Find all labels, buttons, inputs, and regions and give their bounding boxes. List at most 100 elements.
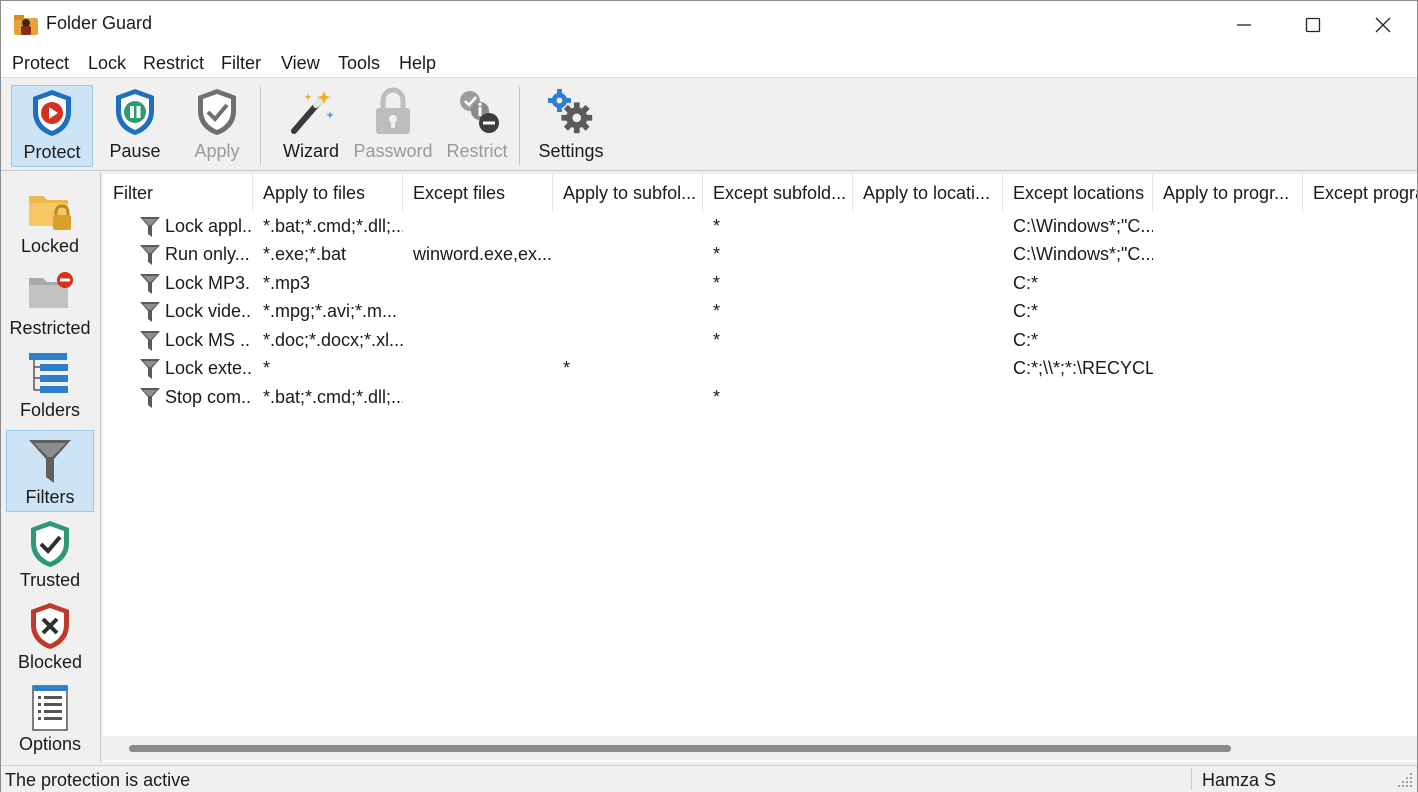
table-cell (1163, 240, 1303, 268)
menu-view[interactable]: View (281, 53, 320, 74)
table-cell (863, 297, 1003, 325)
menu-help[interactable]: Help (399, 53, 436, 74)
table-cell (863, 240, 1003, 268)
table-cell (413, 354, 553, 382)
table-cell (863, 383, 1003, 411)
table-row[interactable]: Lock exte... * * C:*;\\*;*:\RECYCL... (103, 354, 1417, 382)
column-header-filter[interactable]: Filter (103, 174, 253, 212)
menu-protect[interactable]: Protect (12, 53, 69, 74)
apply-button[interactable]: Apply (181, 85, 253, 167)
table-cell: * (563, 358, 571, 378)
table-row[interactable]: Lock appl... *.bat;*.cmd;*.dll;... * C:\Win… (103, 212, 1417, 240)
restrict-button[interactable]: Restrict (441, 85, 513, 167)
table-cell (863, 212, 1003, 240)
filter-name-cell: Lock appl... (165, 216, 251, 236)
menu-tools[interactable]: Tools (338, 53, 380, 74)
shield-pause-icon (116, 89, 154, 135)
scrollbar-thumb[interactable] (129, 745, 1231, 752)
filter-name-cell: Lock MP3... (165, 273, 251, 293)
folder-guard-app-icon (14, 15, 38, 35)
settings-label: Settings (538, 141, 604, 161)
nav-locked[interactable]: Locked (6, 180, 94, 260)
table-cell (563, 212, 703, 240)
column-header-apply-to-files[interactable]: Apply to files (253, 174, 403, 212)
table-cell: winword.exe,ex... (413, 244, 553, 264)
table-cell (1163, 326, 1303, 354)
table-cell (1313, 326, 1413, 354)
table-cell: *.mp3 (263, 273, 311, 293)
filter-name-cell: Lock vide... (165, 301, 251, 321)
table-row[interactable]: Run only... *.exe;*.bat winword.exe,ex... *… (103, 240, 1417, 268)
filter-name-cell: Lock exte... (165, 358, 251, 378)
column-header-except-programs[interactable]: Except progra (1303, 174, 1417, 212)
column-header-except-files[interactable]: Except files (403, 174, 553, 212)
menu-filter[interactable]: Filter (221, 53, 261, 74)
table-cell (713, 354, 853, 382)
table-cell (1163, 354, 1303, 382)
minimize-button[interactable] (1209, 1, 1279, 48)
trusted-shield-icon (31, 521, 69, 567)
column-header-except-locations[interactable]: Except locations (1003, 174, 1153, 212)
column-header-apply-to-locations[interactable]: Apply to locati... (853, 174, 1003, 212)
maximize-button[interactable] (1278, 1, 1348, 48)
table-cell (563, 240, 703, 268)
nav-folders[interactable]: Folders (6, 344, 94, 424)
nav-trusted[interactable]: Trusted (6, 514, 94, 594)
table-row[interactable]: Lock MP3... *.mp3 * C:* (103, 269, 1417, 297)
close-icon (1375, 17, 1391, 32)
table-row[interactable]: Lock vide... *.mpg;*.avi;*.m... * C:* (103, 297, 1417, 325)
table-row[interactable]: Stop com... *.bat;*.cmd;*.dll;... * (103, 383, 1417, 411)
table-cell: * (713, 244, 721, 264)
protect-label: Protect (23, 142, 81, 162)
table-cell (1313, 269, 1413, 297)
table-row[interactable]: Lock MS ... *.doc;*.docx;*.xl... * C:* (103, 326, 1417, 354)
nav-restricted[interactable]: Restricted (6, 262, 94, 342)
menu-lock[interactable]: Lock (88, 53, 126, 74)
table-cell (1163, 212, 1303, 240)
protect-button[interactable]: Protect (11, 85, 93, 167)
filters-list[interactable]: Filter Apply to files Except files Apply… (103, 174, 1417, 762)
funnel-icon (140, 302, 160, 322)
resize-grip-icon[interactable] (1393, 768, 1415, 790)
nav-blocked-label: Blocked (17, 652, 83, 672)
left-navigation: Locked Restricted Folders Filters Truste… (1, 172, 101, 762)
nav-restricted-label: Restricted (9, 318, 91, 338)
column-header-except-subfolders[interactable]: Except subfold... (703, 174, 853, 212)
blocked-shield-icon (31, 603, 69, 649)
table-cell: C:*;\\*;*:\RECYCL... (1013, 358, 1153, 378)
funnel-icon (140, 245, 160, 265)
nav-blocked[interactable]: Blocked (6, 596, 94, 676)
status-bar: The protection is active Hamza S (1, 765, 1417, 792)
shield-check-icon (198, 89, 236, 135)
password-button[interactable]: Password (353, 85, 433, 167)
table-cell (863, 269, 1003, 297)
funnel-icon (140, 217, 160, 237)
menu-restrict[interactable]: Restrict (143, 53, 204, 74)
nav-folders-label: Folders (19, 400, 81, 420)
table-cell (413, 383, 553, 411)
column-header-apply-to-subfolders[interactable]: Apply to subfol... (553, 174, 703, 212)
horizontal-scrollbar[interactable] (103, 736, 1417, 760)
pause-button[interactable]: Pause (99, 85, 171, 167)
title-bar[interactable]: Folder Guard (1, 1, 1417, 48)
nav-options[interactable]: Options (6, 678, 94, 758)
menu-bar: Protect Lock Restrict Filter View Tools … (1, 48, 1417, 78)
table-cell: C:* (1013, 330, 1039, 350)
magic-wand-icon (291, 91, 334, 134)
settings-button[interactable]: Settings (533, 85, 609, 167)
table-cell: * (263, 358, 271, 378)
table-cell (563, 383, 703, 411)
table-cell: * (713, 330, 721, 350)
nav-filters[interactable]: Filters (6, 430, 94, 512)
close-button[interactable] (1348, 1, 1418, 48)
wizard-label: Wizard (282, 141, 339, 161)
options-list-icon (32, 685, 68, 731)
folder-tree-icon (29, 353, 68, 393)
wizard-button[interactable]: Wizard (273, 85, 349, 167)
table-cell (1313, 212, 1413, 240)
table-cell (563, 326, 703, 354)
column-header-apply-to-programs[interactable]: Apply to progr... (1153, 174, 1303, 212)
pause-label: Pause (109, 141, 161, 161)
table-cell (863, 354, 1003, 382)
table-cell (563, 269, 703, 297)
